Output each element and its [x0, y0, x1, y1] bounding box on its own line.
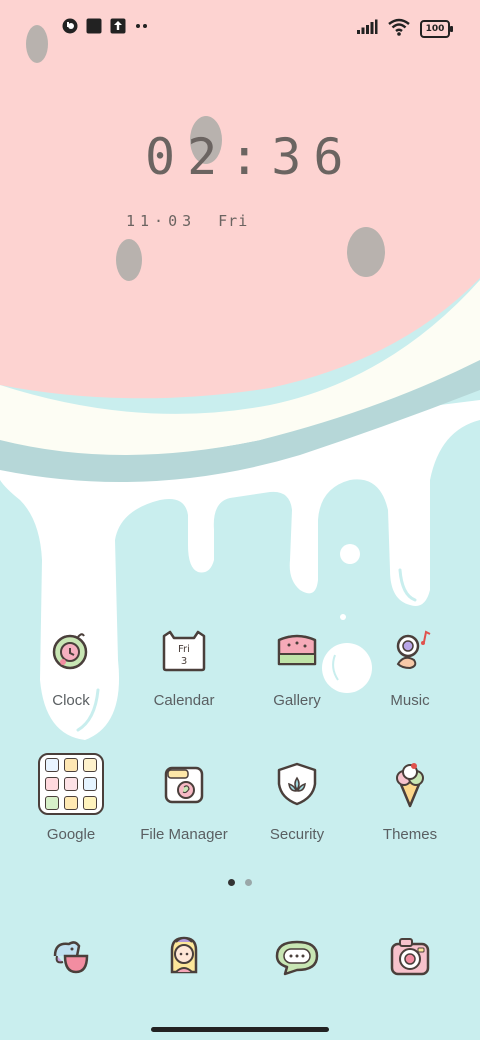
app-label: Google [46, 826, 96, 843]
clock-icon [39, 618, 103, 682]
calendar-icon: Fri 3 [152, 618, 216, 682]
date-text: 11·03 [126, 212, 197, 230]
contacts-girl-icon [152, 924, 216, 988]
music-icon [378, 618, 442, 682]
upload-icon [110, 18, 126, 34]
app-gallery[interactable]: Gallery [242, 618, 352, 709]
page-indicator[interactable] [228, 879, 252, 886]
square-notification-icon [86, 18, 102, 34]
battery-icon: 100 [420, 20, 453, 38]
clock-widget-time[interactable]: 02:36 [145, 128, 356, 186]
google-folder-icon [38, 752, 104, 816]
app-label: Calendar [153, 692, 215, 709]
gallery-icon [265, 618, 329, 682]
more-notifications-icon [134, 18, 150, 34]
app-themes[interactable]: Themes [355, 752, 465, 843]
app-label: Themes [382, 826, 438, 843]
security-icon [265, 752, 329, 816]
themes-icon [378, 752, 442, 816]
app-label: Security [269, 826, 325, 843]
page-dot-2[interactable] [245, 879, 252, 886]
home-screen: 100 02:36 11·03 Fri Clock Fri 3 Calendar… [0, 0, 480, 1040]
calendar-icon-day: Fri [178, 644, 190, 655]
messages-bubble-icon [265, 924, 329, 988]
phone-bird-icon [39, 924, 103, 988]
battery-level: 100 [425, 24, 445, 34]
dock-phone[interactable] [16, 924, 126, 988]
app-label: Gallery [273, 692, 321, 709]
status-bar-notifications [62, 18, 150, 34]
file-manager-icon [152, 752, 216, 816]
app-music[interactable]: Music [355, 618, 465, 709]
status-bar: 100 [0, 12, 480, 44]
app-calendar[interactable]: Fri 3 Calendar [129, 618, 239, 709]
dock-messages[interactable] [242, 924, 352, 988]
app-clock[interactable]: Clock [16, 618, 126, 709]
app-label: File Manager [140, 826, 228, 843]
clock-widget-date[interactable]: 11·03 Fri [126, 212, 248, 230]
status-bar-system: 100 [356, 18, 453, 40]
app-file-manager[interactable]: File Manager [129, 752, 239, 843]
app-label: Music [390, 692, 430, 709]
calendar-icon-num: 3 [181, 656, 187, 667]
app-label: Clock [52, 692, 90, 709]
page-dot-1[interactable] [228, 879, 235, 886]
wifi-icon [388, 18, 410, 40]
notification-app-icon [62, 18, 78, 34]
dock-camera[interactable] [355, 924, 465, 988]
app-security[interactable]: Security [242, 752, 352, 843]
camera-icon [378, 924, 442, 988]
signal-icon [356, 19, 378, 39]
weekday-text: Fri [218, 212, 249, 230]
app-google-folder[interactable]: Google [16, 752, 126, 843]
dock-contacts[interactable] [129, 924, 239, 988]
gesture-navigation-bar[interactable] [151, 1027, 329, 1032]
